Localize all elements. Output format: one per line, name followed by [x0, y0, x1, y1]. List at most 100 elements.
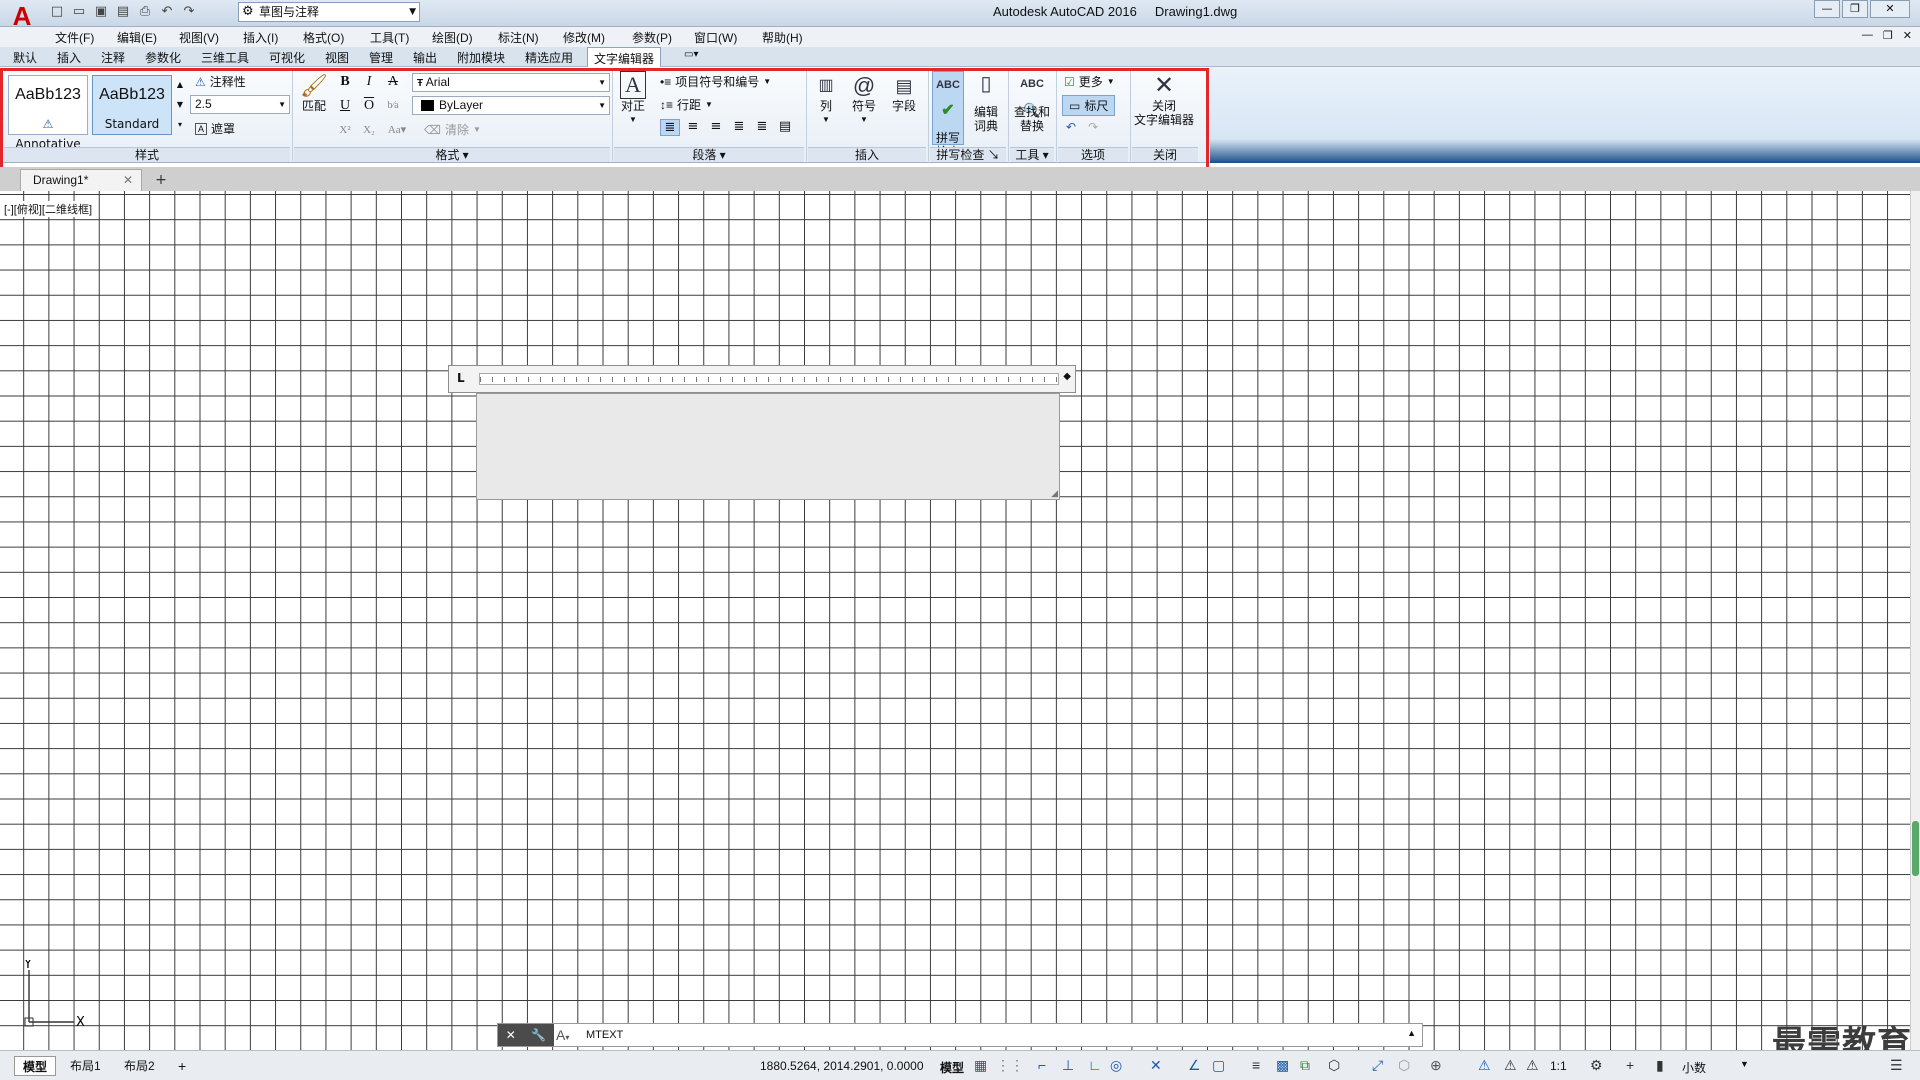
align-distribute-icon[interactable]: ≣ [752, 119, 772, 136]
workspace-select[interactable]: ⚙ 草图与注释 ▼ [238, 2, 420, 22]
style-standard[interactable]: AaBb123 Standard [92, 75, 172, 135]
model-space-button[interactable]: 模型 [940, 1059, 964, 1076]
menu-view[interactable]: 视图(V) [179, 29, 219, 46]
line-spacing-button[interactable]: ↕≡ 行距 ▼ [660, 96, 713, 113]
mtext-edit-area[interactable]: ◢ [476, 393, 1060, 500]
lineweight-icon[interactable]: ≡ [1252, 1057, 1260, 1073]
dynamic-ucs-icon[interactable]: ⤢ [1372, 1057, 1383, 1074]
tab-insert[interactable]: 插入 [57, 49, 81, 66]
tab-addins[interactable]: 附加模块 [457, 49, 505, 66]
layout-tab-model[interactable]: 模型 [14, 1056, 57, 1076]
doc-minimize-button[interactable]: — [1862, 29, 1873, 42]
isometric-icon[interactable]: ✕ [1150, 1057, 1162, 1074]
doc-close-button[interactable]: ✕ [1903, 29, 1912, 42]
gizmo-icon[interactable]: ⊕ [1430, 1057, 1442, 1074]
edit-dictionary-button[interactable]: ▯ 编辑 词典 [970, 71, 1002, 133]
isolate-objects-icon[interactable]: ▮ [1656, 1057, 1664, 1074]
ruler-track[interactable] [479, 373, 1059, 385]
stack-icon[interactable]: b⁄a [384, 97, 402, 115]
bold-button[interactable]: B [336, 73, 354, 91]
doc-tab-drawing1[interactable]: Drawing1* ✕ [20, 169, 142, 191]
polar-tracking-icon[interactable]: ◎ [1110, 1057, 1122, 1074]
menu-parametric[interactable]: 参数(P) [632, 29, 672, 46]
font-select[interactable]: Ŧ Arial ▼ [412, 73, 610, 92]
drawing-canvas[interactable] [0, 191, 1920, 1050]
annotative-toggle[interactable]: ⚠ 注释性 [195, 73, 246, 90]
match-button[interactable]: 🖌 匹配 [298, 73, 330, 113]
redo-icon[interactable]: ↷ [180, 3, 198, 21]
tab-featured-apps[interactable]: 精选应用 [525, 49, 573, 66]
field-button[interactable]: ▤ 字段 [888, 73, 920, 113]
annotation-scale-value[interactable]: 1:1 [1550, 1059, 1567, 1073]
align-left-icon[interactable]: ≣ [660, 119, 680, 136]
tab-3d-tools[interactable]: 三维工具 [201, 49, 249, 66]
save-icon[interactable]: ▣ [92, 3, 110, 21]
doc-restore-button[interactable]: ❐ [1883, 29, 1893, 42]
tab-stop-icon[interactable]: L [457, 371, 465, 385]
color-select[interactable]: ByLayer ▼ [412, 96, 610, 115]
tab-text-editor[interactable]: 文字编辑器 [587, 47, 662, 68]
resize-grip-icon[interactable]: ◢ [1051, 489, 1058, 499]
viewport-controls[interactable]: [-][俯视][二维线框] [4, 201, 92, 217]
combine-paragraphs-icon[interactable]: ▤ [775, 119, 795, 136]
style-scroll[interactable]: ▲ ▼ ▾ [175, 75, 185, 135]
object-snap-tracking-icon[interactable]: ∠ [1188, 1057, 1201, 1074]
minimize-button[interactable]: — [1814, 0, 1840, 18]
undo-icon[interactable]: ↶ [1066, 120, 1076, 134]
plus-icon[interactable]: + [1626, 1057, 1634, 1073]
menu-window[interactable]: 窗口(W) [694, 29, 737, 46]
coordinates-readout[interactable]: 1880.5264, 2014.2901, 0.0000 [760, 1059, 924, 1073]
maximize-button[interactable]: ❐ [1842, 0, 1868, 18]
align-right-icon[interactable]: ≡ [706, 119, 726, 136]
object-snap-icon[interactable]: ▢ [1212, 1057, 1225, 1074]
strikethrough-button[interactable]: A [384, 73, 402, 91]
customize-icon[interactable]: 🔧 [531, 1028, 546, 1042]
align-justify-icon[interactable]: ≣ [729, 119, 749, 136]
style-annotative[interactable]: AaBb123 ⚠ Annotative [8, 75, 88, 151]
layout-tab-2[interactable]: 布局2 [116, 1056, 163, 1076]
find-replace-button[interactable]: ABC 🔍 查找和 替换 [1012, 71, 1052, 133]
underline-button[interactable]: U [336, 97, 354, 115]
add-layout-button[interactable]: + [170, 1056, 194, 1076]
command-prompt-icon[interactable]: A▾ [556, 1027, 569, 1043]
gear-icon[interactable]: ⚙ [1590, 1057, 1603, 1074]
tab-visualize[interactable]: 可视化 [269, 49, 305, 66]
tab-annotate[interactable]: 注释 [101, 49, 125, 66]
redo-icon[interactable]: ↷ [1088, 120, 1098, 134]
change-case-icon[interactable]: Aa▾ [384, 121, 410, 139]
selection-cycling-icon[interactable]: ⧉ [1300, 1057, 1310, 1074]
more-button[interactable]: ☑ 更多 ▼ [1064, 73, 1115, 90]
open-file-icon[interactable]: ▭ [70, 3, 88, 21]
tab-manage[interactable]: 管理 [369, 49, 393, 66]
tab-parametric[interactable]: 参数化 [145, 49, 181, 66]
tab-default[interactable]: 默认 [13, 49, 37, 66]
navigation-bar-handle[interactable] [1912, 821, 1919, 876]
transparency-icon[interactable]: ▩ [1276, 1057, 1289, 1074]
customization-menu-icon[interactable]: ☰ [1890, 1057, 1903, 1074]
align-center-icon[interactable]: ≡ [683, 119, 703, 136]
ribbon-options-icon[interactable]: ▭▾ [684, 49, 698, 60]
justify-button[interactable]: A 对正 ▼ [617, 71, 649, 127]
width-handle-icon[interactable]: ◆ [1063, 371, 1071, 382]
italic-button[interactable]: I [360, 73, 378, 91]
vertical-scrollbar[interactable] [1910, 191, 1920, 1050]
undo-icon[interactable]: ↶ [158, 3, 176, 21]
chevron-down-icon[interactable]: ▼ [1740, 1059, 1749, 1069]
print-icon[interactable]: ⎙ [136, 3, 154, 21]
grid-icon[interactable]: ▦ [974, 1057, 987, 1074]
overline-button[interactable]: O [360, 97, 378, 115]
spell-check-button[interactable]: ABC✔ 拼写 检查 [932, 71, 964, 159]
tab-view[interactable]: 视图 [325, 49, 349, 66]
snap-icon[interactable]: ⋮⋮ [996, 1057, 1024, 1074]
layout-tab-1[interactable]: 布局1 [62, 1056, 109, 1076]
symbol-button[interactable]: @ 符号 ▼ [848, 73, 880, 127]
close-tab-icon[interactable]: ✕ [123, 170, 133, 190]
mask-button[interactable]: A 遮罩 [195, 120, 235, 137]
subscript-icon[interactable]: X₂ [360, 121, 378, 139]
close-window-button[interactable]: ✕ [1870, 0, 1910, 18]
menu-tools[interactable]: 工具(T) [370, 29, 409, 46]
menu-insert[interactable]: 插入(I) [243, 29, 278, 46]
infer-constraints-icon[interactable]: ⌐ [1038, 1057, 1046, 1073]
close-command-icon[interactable]: ✕ [506, 1028, 516, 1042]
menu-file[interactable]: 文件(F) [55, 29, 94, 46]
